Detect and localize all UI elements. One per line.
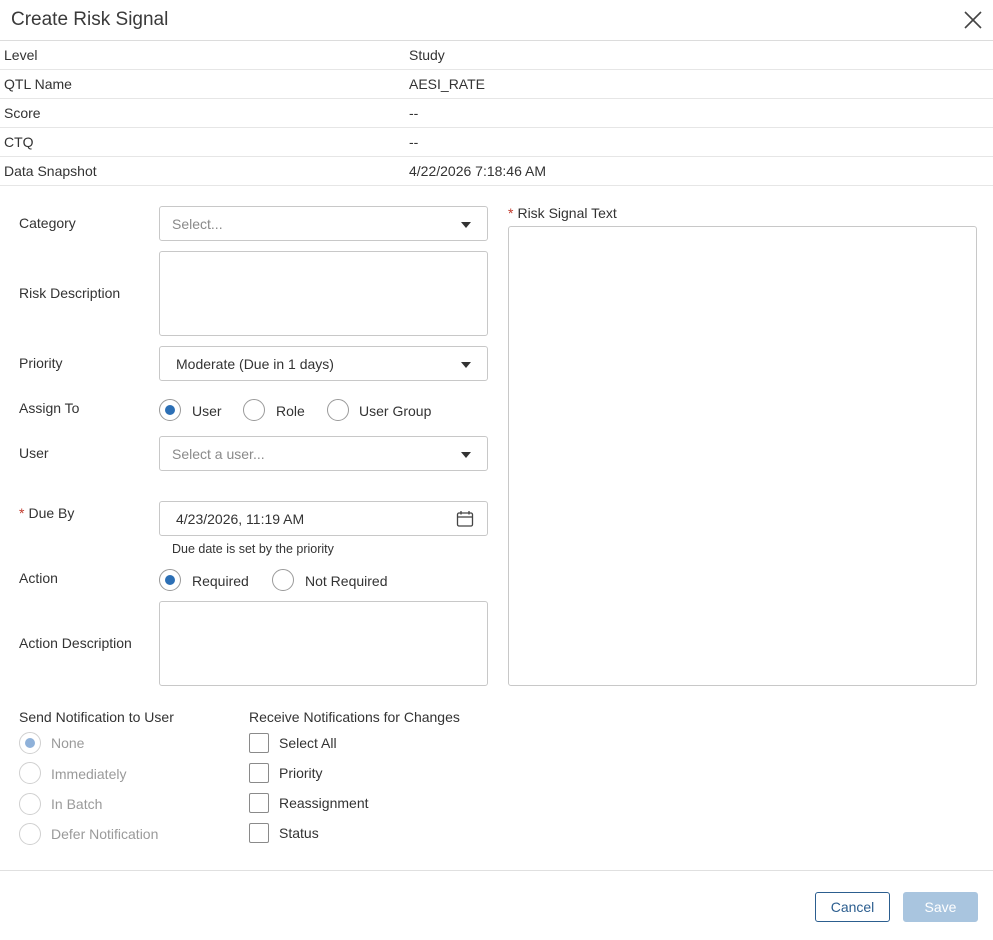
action-description-input[interactable] <box>159 601 488 686</box>
category-label: Category <box>19 215 76 231</box>
due-by-label-text: Due By <box>28 505 75 521</box>
assign-role-radio[interactable] <box>243 399 265 421</box>
cancel-button[interactable]: Cancel <box>815 892 890 922</box>
status-label: Status <box>279 825 319 841</box>
info-row-level: Level Study <box>0 41 993 70</box>
assign-user-group-radio[interactable] <box>327 399 349 421</box>
info-value: 4/22/2026 7:18:46 AM <box>409 163 546 179</box>
risk-signal-text-input[interactable] <box>508 226 977 686</box>
assign-to-label: Assign To <box>19 400 80 416</box>
risk-signal-text-label-text: Risk Signal Text <box>517 205 617 221</box>
risk-description-input[interactable] <box>159 251 488 336</box>
info-value: Study <box>409 47 445 63</box>
send-none-radio[interactable] <box>19 732 41 754</box>
user-label: User <box>19 445 49 461</box>
calendar-icon[interactable] <box>456 510 474 528</box>
close-icon[interactable] <box>962 9 984 31</box>
send-defer-label: Defer Notification <box>51 826 159 842</box>
due-by-label: * Due By <box>19 505 74 521</box>
priority-checkbox-label: Priority <box>279 765 323 781</box>
due-by-value: 4/23/2026, 11:19 AM <box>176 511 305 527</box>
info-label: Data Snapshot <box>4 163 97 179</box>
info-label: CTQ <box>4 134 34 150</box>
required-marker: * <box>19 505 25 521</box>
info-row-qtl-name: QTL Name AESI_RATE <box>0 70 993 99</box>
priority-value: Moderate (Due in 1 days) <box>176 356 334 372</box>
send-none-label: None <box>51 735 85 751</box>
info-row-score: Score -- <box>0 99 993 128</box>
action-required-label: Required <box>192 573 249 589</box>
risk-signal-text-label: * Risk Signal Text <box>508 205 617 221</box>
category-placeholder: Select... <box>172 216 223 232</box>
send-immediately-radio[interactable] <box>19 762 41 784</box>
chevron-down-icon <box>461 362 471 368</box>
dialog-header: Create Risk Signal <box>0 0 993 41</box>
info-label: QTL Name <box>4 76 72 92</box>
dialog-title: Create Risk Signal <box>11 9 169 30</box>
action-not-required-radio[interactable] <box>272 569 294 591</box>
priority-select[interactable]: Moderate (Due in 1 days) <box>159 346 488 381</box>
send-in-batch-radio[interactable] <box>19 793 41 815</box>
priority-checkbox[interactable] <box>249 763 269 783</box>
send-in-batch-label: In Batch <box>51 796 103 812</box>
info-value: -- <box>409 134 419 150</box>
priority-label: Priority <box>19 355 63 371</box>
chevron-down-icon <box>461 222 471 228</box>
info-row-data-snapshot: Data Snapshot 4/22/2026 7:18:46 AM <box>0 157 993 186</box>
due-date-hint: Due date is set by the priority <box>172 542 334 556</box>
assign-user-label: User <box>192 403 222 419</box>
category-select[interactable]: Select... <box>159 206 488 241</box>
info-row-ctq: CTQ -- <box>0 128 993 157</box>
info-value: -- <box>409 105 419 121</box>
due-by-input[interactable]: 4/23/2026, 11:19 AM <box>159 501 488 536</box>
required-marker: * <box>508 205 514 221</box>
assign-user-radio[interactable] <box>159 399 181 421</box>
assign-role-label: Role <box>276 403 305 419</box>
info-value: AESI_RATE <box>409 76 485 92</box>
user-placeholder: Select a user... <box>172 446 265 462</box>
action-label: Action <box>19 570 58 586</box>
select-all-checkbox[interactable] <box>249 733 269 753</box>
status-checkbox[interactable] <box>249 823 269 843</box>
chevron-down-icon <box>461 452 471 458</box>
reassignment-label: Reassignment <box>279 795 369 811</box>
assign-user-group-label: User Group <box>359 403 432 419</box>
risk-description-label: Risk Description <box>19 285 121 301</box>
send-immediately-label: Immediately <box>51 766 127 782</box>
footer-divider <box>0 870 993 871</box>
info-table: Level Study QTL Name AESI_RATE Score -- … <box>0 41 993 186</box>
reassignment-checkbox[interactable] <box>249 793 269 813</box>
info-label: Level <box>4 47 38 63</box>
select-all-label: Select All <box>279 735 337 751</box>
user-select[interactable]: Select a user... <box>159 436 488 471</box>
action-required-radio[interactable] <box>159 569 181 591</box>
send-defer-radio[interactable] <box>19 823 41 845</box>
action-not-required-label: Not Required <box>305 573 388 589</box>
save-button[interactable]: Save <box>903 892 978 922</box>
send-notification-label: Send Notification to User <box>19 709 174 725</box>
info-label: Score <box>4 105 41 121</box>
receive-notifications-label: Receive Notifications for Changes <box>249 709 460 725</box>
action-description-label: Action Description <box>19 635 132 651</box>
